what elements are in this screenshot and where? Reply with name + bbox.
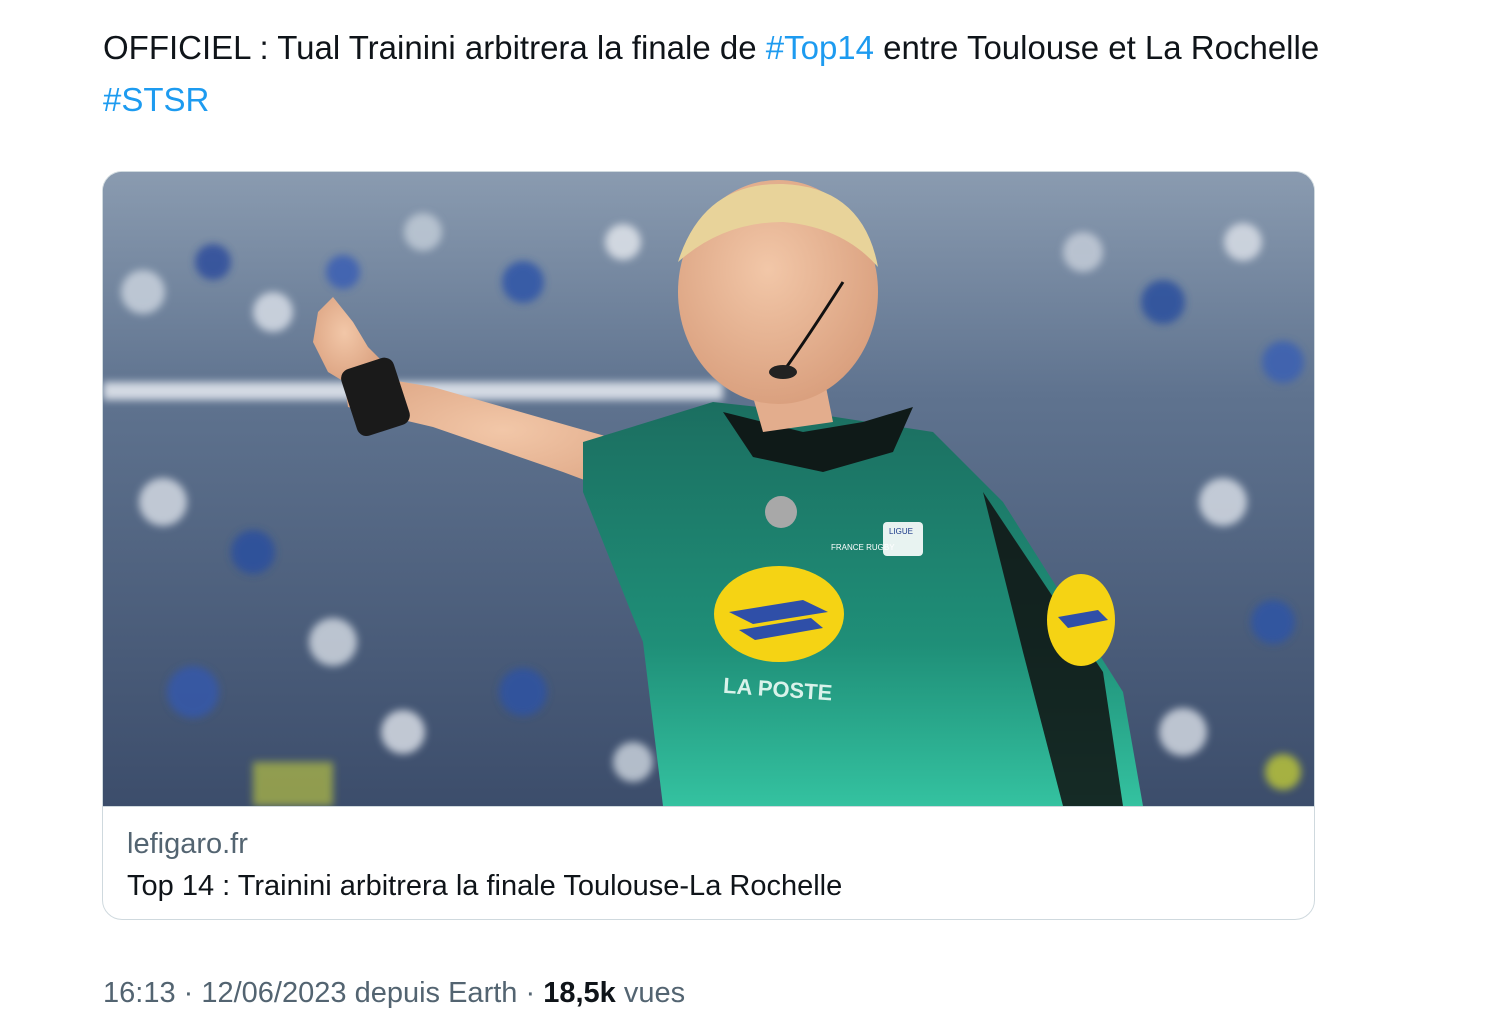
tweet-timestamp-date[interactable]: 12/06/2023: [201, 977, 346, 1009]
meta-separator: ·: [175, 977, 202, 1009]
tweet-text: OFFICIEL : Tual Trainini arbitrera la fi…: [103, 22, 1333, 126]
tweet-source[interactable]: Earth: [448, 977, 517, 1009]
hashtag-stsr-link[interactable]: #STSR: [103, 81, 209, 118]
referee-photo: LA POSTE FRANCE RUGBY LIGUE: [103, 172, 1314, 806]
views-label: vues: [615, 977, 686, 1009]
league-badge-text: LIGUE: [889, 527, 913, 536]
views-count[interactable]: 18,5k: [543, 977, 616, 1009]
tweet-timestamp-time[interactable]: 16:13: [103, 977, 176, 1009]
tweet-text-part: entre Toulouse et La Rochelle: [874, 29, 1320, 66]
meta-separator: ·: [517, 977, 544, 1009]
tweet-meta: 16:13 · 12/06/2023 depuis Earth · 18,5k …: [103, 974, 685, 1012]
card-footer[interactable]: lefigaro.fr Top 14 : Trainini arbitrera …: [103, 806, 1314, 919]
hashtag-top14-link[interactable]: #Top14: [766, 29, 874, 66]
source-prefix: depuis: [346, 977, 449, 1009]
card-domain: lefigaro.fr: [127, 828, 248, 860]
card-image[interactable]: LA POSTE FRANCE RUGBY LIGUE: [103, 172, 1314, 806]
tweet-text-part: OFFICIEL : Tual Trainini arbitrera la fi…: [103, 29, 766, 66]
card-title: Top 14 : Trainini arbitrera la finale To…: [127, 870, 843, 902]
link-preview-card[interactable]: LA POSTE FRANCE RUGBY LIGUE lefigaro.fr …: [102, 171, 1315, 920]
